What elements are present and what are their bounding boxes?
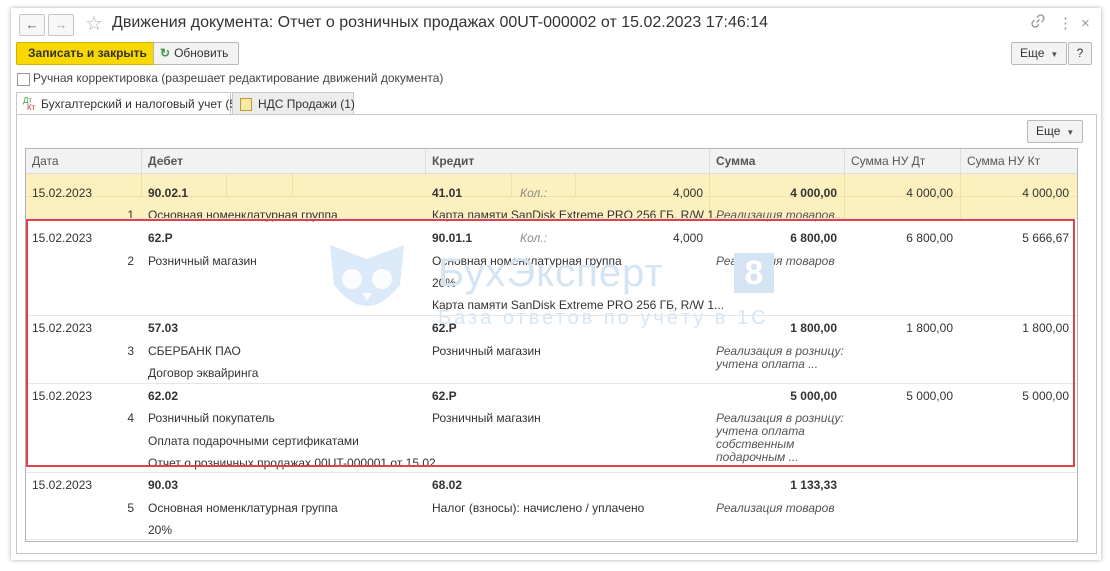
forward-button[interactable]: → [48, 14, 74, 36]
movements-table[interactable]: Дата Дебет Кредит Сумма Сумма НУ Дт Сумм… [25, 148, 1078, 542]
tab-vat-sales-label: НДС Продажи (1) [258, 97, 355, 111]
more-icon[interactable]: ⋮ [1058, 14, 1073, 34]
back-icon: ← [25, 17, 39, 32]
row1-qty: 4,000 [672, 186, 703, 200]
col-sum[interactable]: Сумма [716, 149, 755, 173]
document-window: ← → ☆ Движения документа: Отчет о рознич… [11, 8, 1101, 560]
tab-accounting[interactable]: Дт Кт Бухгалтерский и налоговый учет (5) [16, 92, 240, 116]
favorite-star-icon[interactable]: ☆ [85, 12, 103, 36]
row1-qty-label: Кол.: [520, 186, 547, 200]
panel-more-button[interactable]: Еще ▼ [1027, 120, 1084, 143]
refresh-label: Обновить [174, 46, 229, 60]
save-and-close-button[interactable]: Записать и закрыть [16, 42, 159, 65]
manual-edit-checkbox[interactable] [17, 73, 30, 86]
row5-credit-account: 68.02 [432, 478, 463, 492]
row5-sum-desc: Реализация товаров [716, 501, 835, 515]
table-header: Дата Дебет Кредит Сумма Сумма НУ Дт Сумм… [26, 149, 1077, 174]
help-button[interactable]: ? [1068, 42, 1092, 65]
row1-date: 15.02.2023 [32, 186, 93, 200]
back-button[interactable]: ← [19, 14, 45, 36]
panel-more-label: Еще [1036, 124, 1061, 138]
highlight-box [26, 219, 1075, 467]
col-debit[interactable]: Дебет [148, 149, 183, 173]
row1-nu-dt: 4 000,00 [906, 186, 953, 200]
dtkt-icon: Дт Кт [23, 96, 36, 112]
manual-edit-label: Ручная корректировка (разрешает редактир… [33, 71, 444, 85]
more-label: Еще [1020, 46, 1045, 60]
window-title: Движения документа: Отчет о розничных пр… [112, 14, 769, 31]
vat-icon [240, 98, 252, 111]
row5-credit-sub1: Налог (взносы): начислено / уплачено [432, 501, 645, 515]
forward-icon: → [54, 17, 68, 32]
row1-debit-account: 90.02.1 [148, 186, 189, 200]
col-sum-nu-dt[interactable]: Сумма НУ Дт [851, 149, 925, 173]
col-sum-nu-kt[interactable]: Сумма НУ Кт [967, 149, 1040, 173]
link-icon[interactable] [1031, 14, 1045, 34]
more-button[interactable]: Еще ▼ [1011, 42, 1068, 65]
row1-credit-account: 41.01 [432, 186, 463, 200]
save-and-close-label: Записать и закрыть [28, 46, 147, 60]
row5-sum: 1 133,33 [790, 478, 837, 492]
dropdown-arrow-icon: ▼ [1066, 128, 1075, 137]
row1-nu-kt: 4 000,00 [1022, 186, 1069, 200]
row5-num: 5 [127, 501, 134, 515]
row5-debit-sub1: Основная номенклатурная группа [148, 501, 338, 515]
close-icon[interactable]: × [1081, 14, 1090, 34]
title-bar: ← → ☆ Движения документа: Отчет о рознич… [11, 8, 1101, 42]
tab-accounting-label: Бухгалтерский и налоговый учет (5) [41, 97, 241, 111]
col-date[interactable]: Дата [32, 149, 59, 173]
col-credit[interactable]: Кредит [432, 149, 474, 173]
tab-vat-sales[interactable]: НДС Продажи (1) [232, 92, 355, 115]
refresh-icon: ↻ [160, 46, 171, 60]
row1-sum: 4 000,00 [790, 186, 837, 200]
row5-debit-account: 90.03 [148, 478, 179, 492]
refresh-button[interactable]: ↻ Обновить [153, 42, 240, 65]
dropdown-arrow-icon: ▼ [1050, 50, 1059, 59]
row5-date: 15.02.2023 [32, 478, 93, 492]
help-label: ? [1076, 46, 1084, 60]
row5-debit-sub2: 20% [148, 523, 173, 537]
